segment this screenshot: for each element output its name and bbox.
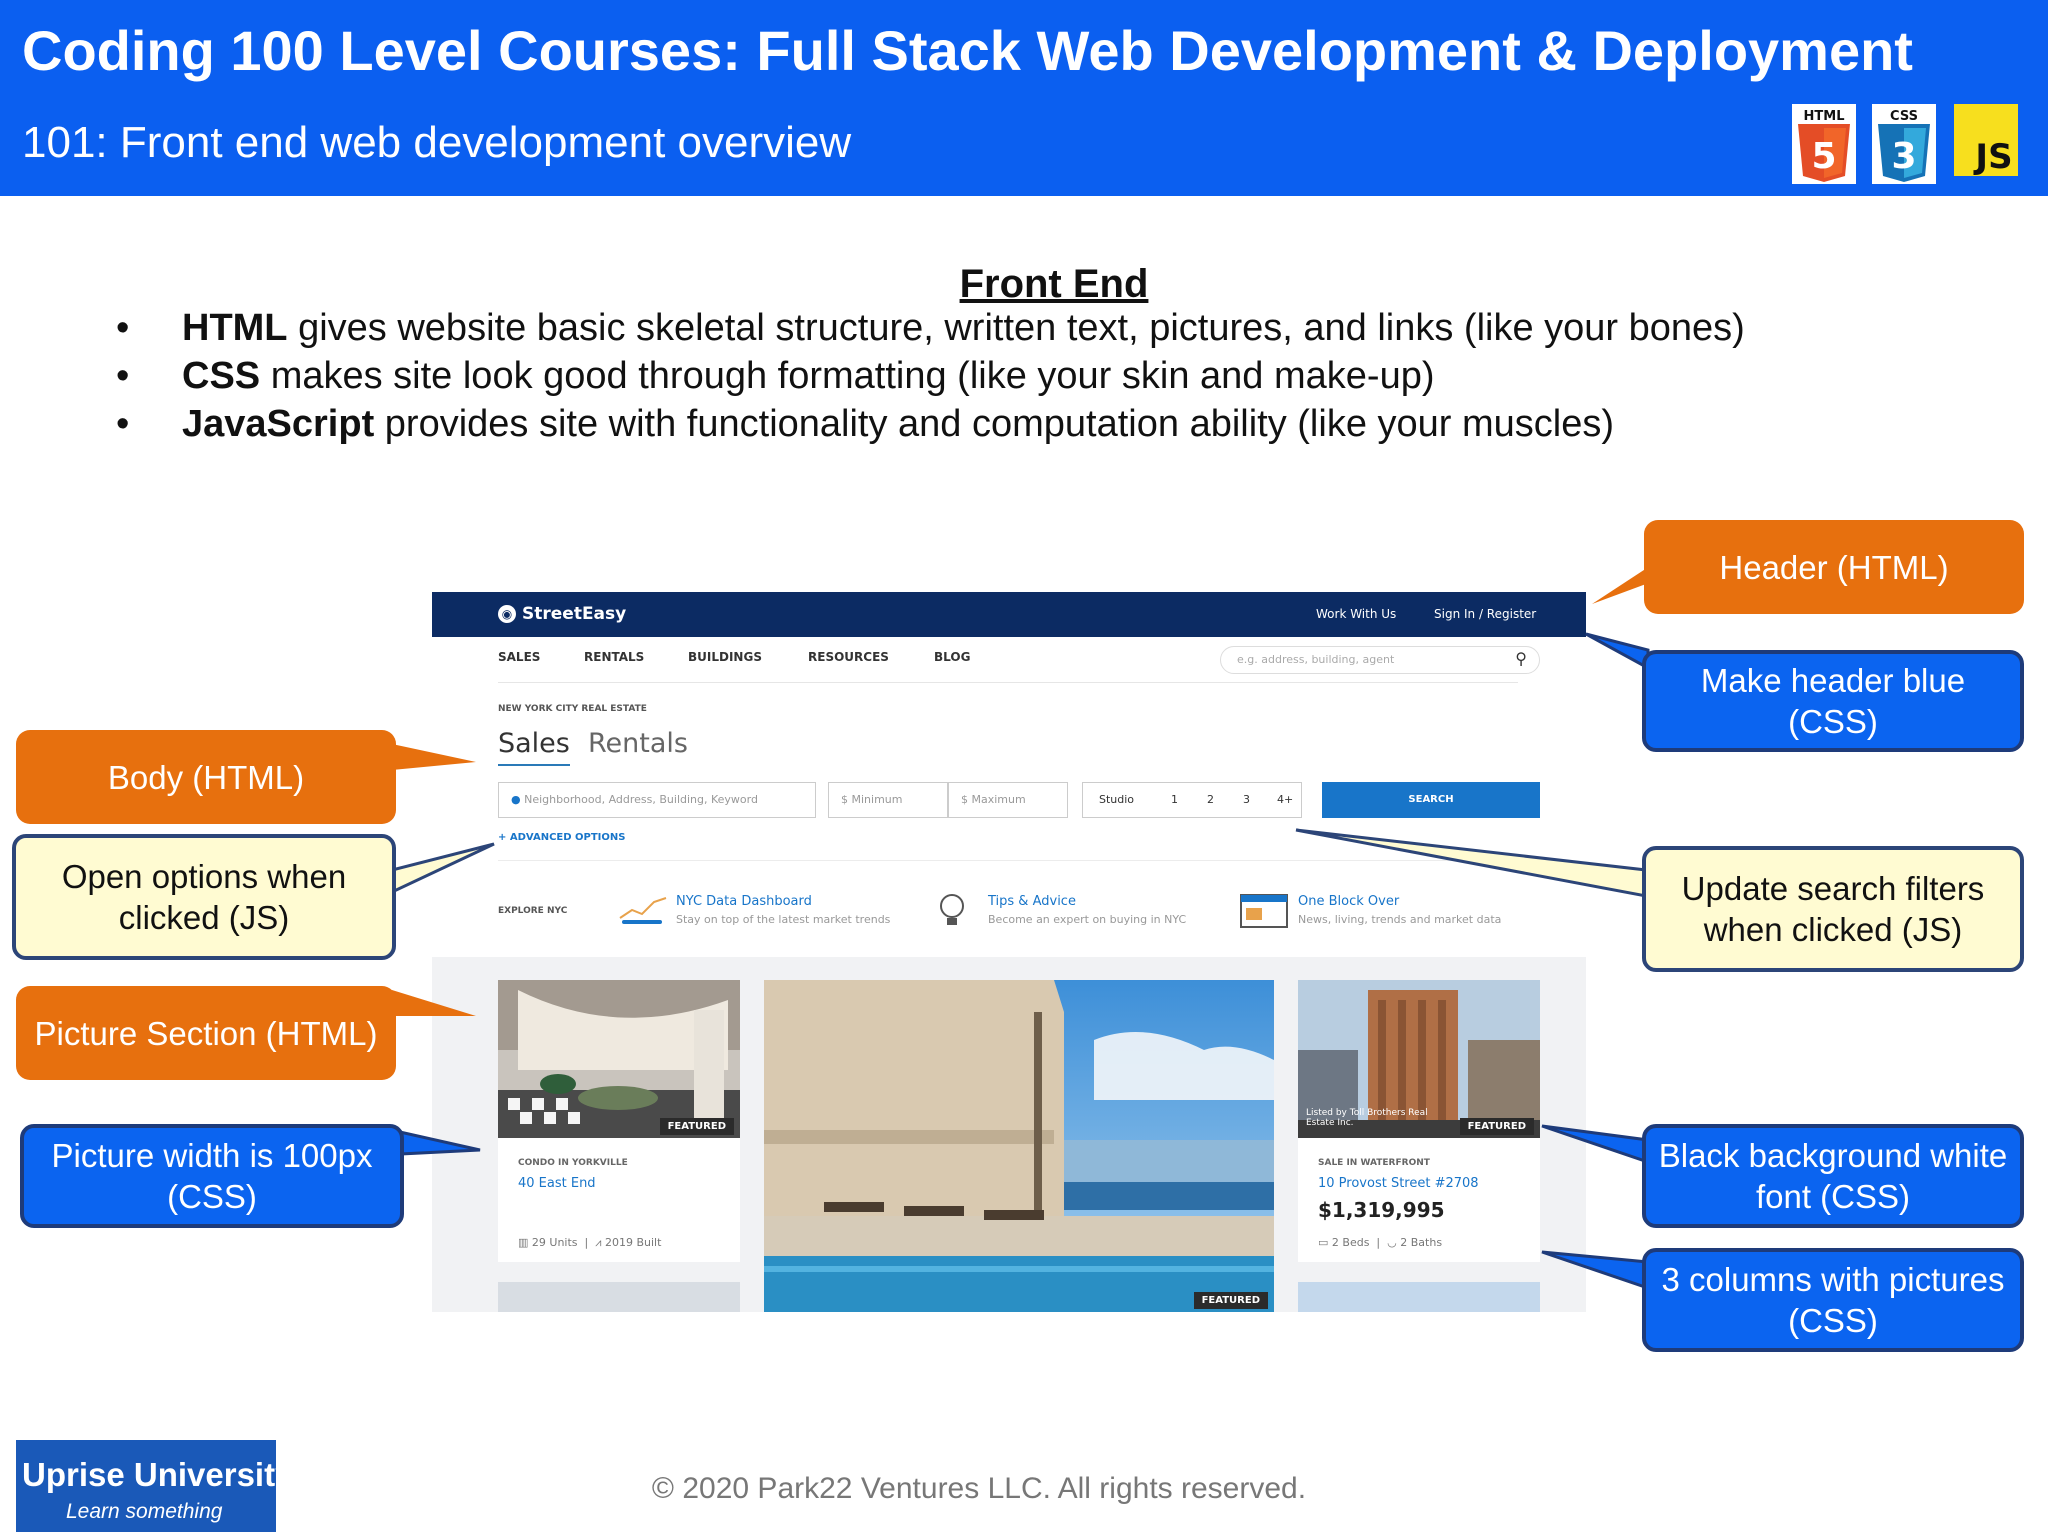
callout-picture-section: Picture Section (HTML) [16, 986, 396, 1080]
open-options-pointer [390, 842, 495, 895]
picture-section-pointer [392, 990, 476, 1016]
picture-width-pointer [398, 1130, 481, 1156]
callout-body-html: Body (HTML) [16, 730, 396, 824]
callout-picture-width: Picture width is 100px (CSS) [20, 1124, 404, 1228]
callout-open-options: Open options when clicked (JS) [12, 834, 396, 960]
callout-make-header-blue: Make header blue (CSS) [1642, 650, 2024, 752]
make-blue-pointer [1585, 632, 1650, 671]
update-filters-pointer [1295, 828, 1648, 898]
callout-black-background: Black background white font (CSS) [1642, 1124, 2024, 1228]
three-columns-pointer [1541, 1250, 1650, 1291]
copyright-notice: © 2020 Park22 Ventures LLC. All rights r… [651, 1472, 1307, 1505]
black-background-pointer [1541, 1124, 1650, 1165]
callout-three-columns: 3 columns with pictures (CSS) [1642, 1248, 2024, 1352]
callout-header-html: Header (HTML) [1644, 520, 2024, 614]
header-pointer [1592, 566, 1650, 604]
body-pointer [392, 744, 476, 770]
callout-update-filters: Update search filters when clicked (JS) [1642, 846, 2024, 972]
